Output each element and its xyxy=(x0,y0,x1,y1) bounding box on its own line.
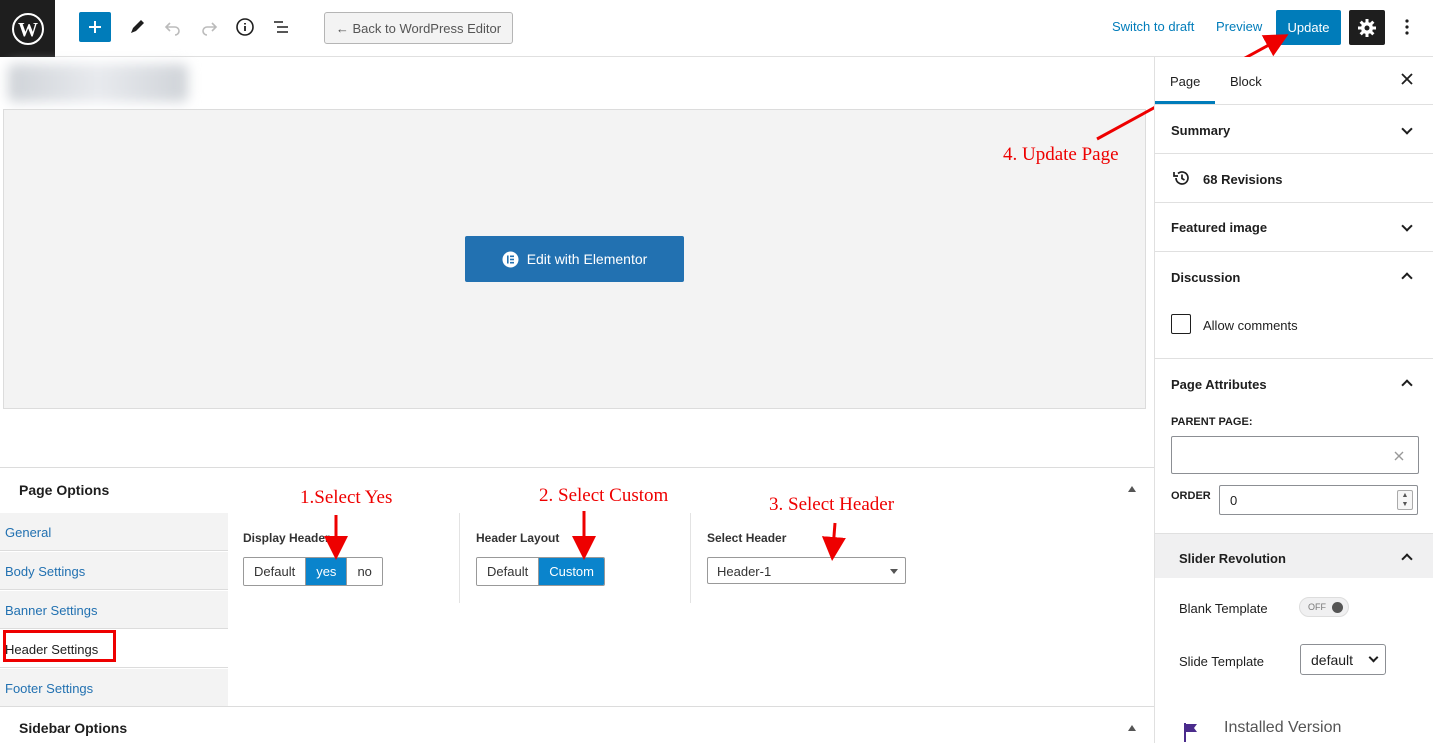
allow-comments-checkbox[interactable] xyxy=(1171,314,1191,334)
summary-heading: Summary xyxy=(1171,123,1231,138)
tab-page[interactable]: Page xyxy=(1170,74,1200,89)
page-attributes-heading: Page Attributes xyxy=(1171,377,1267,392)
toggle-knob xyxy=(1332,602,1343,613)
blank-template-toggle[interactable]: OFF xyxy=(1299,597,1349,617)
parent-page-label: PARENT PAGE: xyxy=(1171,416,1253,428)
blank-template-label: Blank Template xyxy=(1179,601,1268,616)
flag-icon xyxy=(1183,722,1199,745)
order-input[interactable]: 0 ▲ ▼ xyxy=(1219,485,1418,515)
toggle-state-text: OFF xyxy=(1308,602,1326,612)
slider-revolution-heading: Slider Revolution xyxy=(1179,551,1286,566)
close-sidebar-icon[interactable] xyxy=(1401,72,1413,90)
revisions-panel[interactable] xyxy=(1155,154,1433,203)
order-value: 0 xyxy=(1230,493,1238,508)
discussion-panel xyxy=(1155,252,1433,359)
installed-version-heading: Installed Version xyxy=(1224,719,1342,736)
order-stepper-icon[interactable]: ▲ ▼ xyxy=(1397,490,1413,510)
active-tab-indicator xyxy=(1155,101,1215,104)
featured-image-heading: Featured image xyxy=(1171,220,1268,235)
clear-icon[interactable] xyxy=(1394,451,1404,461)
allow-comments-label: Allow comments xyxy=(1203,318,1298,333)
parent-page-input[interactable] xyxy=(1171,436,1419,474)
chevron-down-icon xyxy=(1368,652,1379,663)
order-label: ORDER xyxy=(1171,490,1211,502)
discussion-heading: Discussion xyxy=(1171,270,1241,285)
revisions-history-icon xyxy=(1172,168,1192,191)
tab-block[interactable]: Block xyxy=(1230,74,1262,89)
revisions-link[interactable]: 68 Revisions xyxy=(1203,172,1283,187)
slide-template-select[interactable]: default xyxy=(1300,644,1386,675)
slide-template-label: Slide Template xyxy=(1179,654,1265,669)
slide-template-value: default xyxy=(1311,652,1354,668)
